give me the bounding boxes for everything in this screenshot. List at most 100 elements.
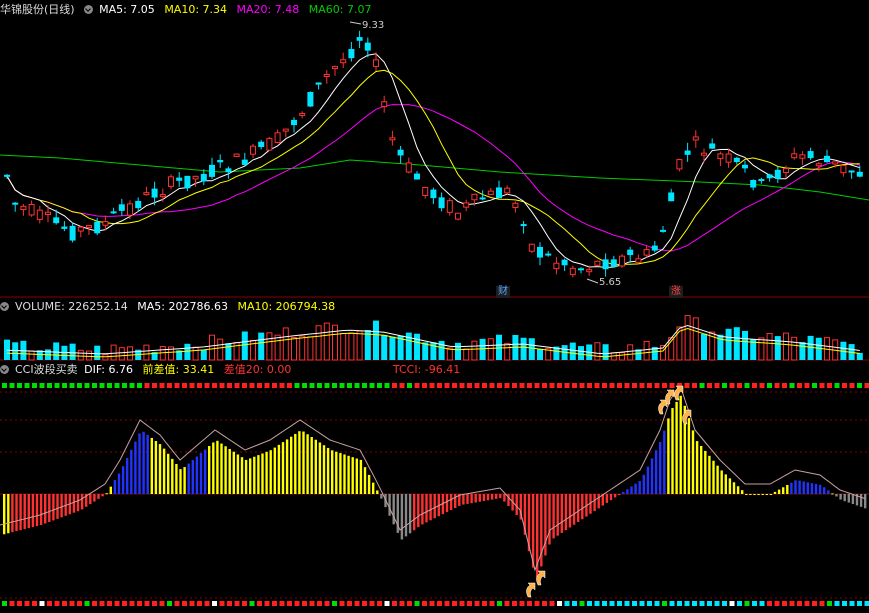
cci-bar bbox=[810, 483, 814, 494]
cci-dif-value: DIF: 6.76 bbox=[84, 363, 133, 376]
top-signal-cell bbox=[557, 383, 562, 388]
top-signal-cell bbox=[309, 383, 315, 388]
cci-bar bbox=[224, 446, 227, 494]
volume-bar bbox=[77, 349, 84, 361]
cci-bar bbox=[290, 436, 293, 494]
bottom-signal-cell bbox=[624, 601, 630, 606]
candle-body bbox=[332, 66, 338, 70]
cci-bar bbox=[277, 444, 281, 494]
cci-bar bbox=[191, 460, 194, 494]
candle-body bbox=[274, 132, 281, 143]
top-signal-cell bbox=[212, 383, 217, 388]
cci-bar bbox=[691, 430, 695, 494]
bottom-signal-cell bbox=[482, 601, 487, 606]
stock-title[interactable]: 华锦股份(日线) bbox=[0, 3, 75, 16]
cci-bar bbox=[687, 418, 691, 494]
candle-body bbox=[397, 149, 404, 156]
bottom-signal-cell bbox=[467, 601, 472, 606]
cci-bar bbox=[212, 442, 215, 494]
cci-diff20-value: 差值20: 0.00 bbox=[223, 363, 292, 376]
cci-bar bbox=[130, 449, 133, 494]
cci-bar bbox=[417, 494, 420, 528]
cci-bar bbox=[408, 494, 412, 534]
cci-bar bbox=[335, 451, 338, 494]
candle-body bbox=[225, 168, 232, 173]
cci-bar bbox=[236, 454, 240, 494]
top-signal-cell bbox=[99, 383, 105, 388]
candle-body bbox=[28, 204, 35, 216]
cci-bar bbox=[581, 494, 584, 520]
buy-arrow-icons bbox=[526, 385, 692, 598]
bottom-signal-cell bbox=[827, 601, 832, 606]
volume-bar bbox=[684, 315, 691, 361]
bottom-signal-cell bbox=[279, 601, 285, 606]
candle-body bbox=[250, 145, 256, 155]
volume-bar bbox=[799, 342, 806, 360]
candle-body bbox=[348, 49, 355, 59]
cci-bar bbox=[273, 447, 276, 494]
cci-bar bbox=[679, 395, 682, 494]
bottom-signal-cell bbox=[579, 601, 585, 606]
settings-circle-icon[interactable] bbox=[0, 302, 9, 311]
cci-bar bbox=[195, 456, 199, 494]
cci-bar bbox=[831, 493, 834, 495]
bottom-signal-cell bbox=[339, 601, 345, 606]
candle-body bbox=[643, 249, 650, 256]
cci-bar bbox=[609, 494, 613, 501]
top-signal-cell bbox=[399, 383, 405, 388]
top-signal-cell bbox=[422, 383, 427, 388]
cci-bar bbox=[560, 494, 563, 533]
top-signal-cell bbox=[287, 383, 292, 388]
cci-bar bbox=[650, 458, 654, 494]
volume-bar bbox=[479, 338, 486, 360]
bottom-signal-cell bbox=[572, 601, 577, 606]
top-signal-cell bbox=[189, 383, 195, 388]
volume-bar bbox=[701, 333, 707, 360]
settings-circle-icon[interactable] bbox=[84, 5, 94, 14]
candle-body bbox=[553, 262, 560, 270]
bottom-signal-cell bbox=[804, 601, 810, 606]
bottom-signal-cell bbox=[167, 601, 172, 606]
top-signal-cell bbox=[767, 383, 772, 388]
top-signal-cell bbox=[69, 383, 75, 388]
cci-bar bbox=[626, 489, 629, 494]
bottom-signal-cell bbox=[9, 601, 15, 606]
cci-bar bbox=[700, 446, 703, 494]
candle-body bbox=[53, 217, 60, 224]
cci-indicator-name[interactable]: CCI波段买卖 bbox=[15, 363, 78, 376]
candle-body bbox=[676, 159, 683, 170]
cci-bar bbox=[449, 494, 453, 511]
candle-body bbox=[709, 143, 716, 149]
volume-bar bbox=[373, 320, 379, 360]
cci-bar bbox=[470, 494, 473, 504]
cci-bar bbox=[798, 480, 801, 494]
cci-bar bbox=[708, 455, 711, 494]
volume-bar bbox=[86, 350, 92, 361]
bottom-signal-cell bbox=[527, 601, 532, 606]
volume-bar bbox=[299, 335, 306, 361]
top-signal-cell bbox=[482, 383, 487, 388]
cci-bar bbox=[499, 494, 502, 499]
tcci-value: TCCI: -96.41 bbox=[392, 363, 461, 376]
top-signal-cell bbox=[77, 383, 82, 388]
bottom-signal-cell bbox=[797, 601, 802, 606]
top-signal-cell bbox=[737, 383, 742, 388]
top-signal-cell bbox=[624, 383, 630, 388]
volume-ma10-value: MA10: 206794.38 bbox=[237, 300, 336, 313]
candle-body bbox=[520, 224, 527, 227]
volume-bar bbox=[725, 328, 732, 360]
volume-bar bbox=[504, 342, 511, 361]
candle-body bbox=[701, 152, 707, 156]
candle-body bbox=[258, 141, 265, 148]
bottom-signal-cell bbox=[302, 601, 307, 606]
bottom-signal-cell bbox=[729, 601, 735, 606]
financial-report-tag[interactable]: 财 bbox=[496, 286, 510, 298]
cci-bar bbox=[199, 453, 203, 494]
limit-up-tag[interactable]: 涨 bbox=[669, 286, 683, 298]
settings-circle-icon[interactable] bbox=[0, 365, 9, 374]
cci-bar bbox=[93, 494, 96, 502]
cci-bar bbox=[802, 481, 805, 494]
candle-body bbox=[578, 268, 584, 271]
bottom-signal-cell bbox=[122, 601, 127, 606]
candle-body bbox=[537, 246, 543, 258]
